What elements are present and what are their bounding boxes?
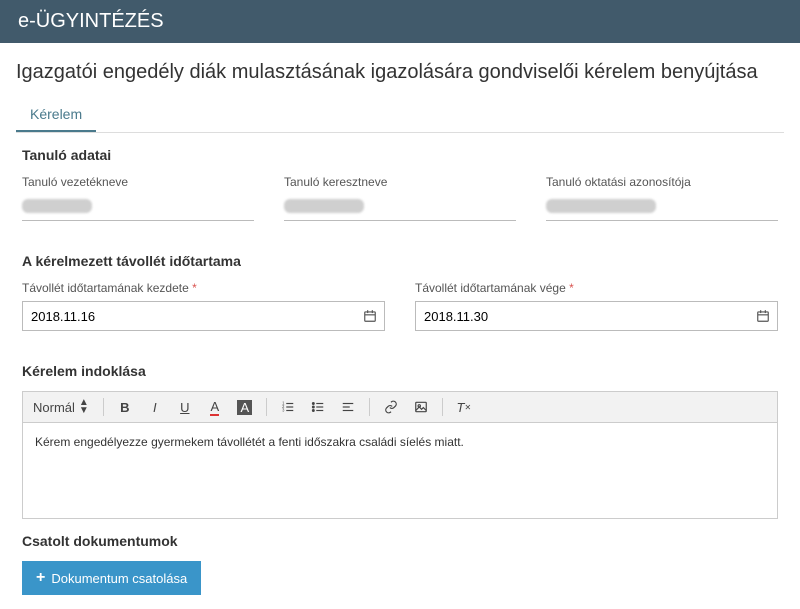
plus-icon: + [36, 569, 45, 587]
absence-section-title: A kérelmezett távollét időtartama [22, 253, 778, 269]
bg-color-button[interactable]: A [234, 396, 256, 418]
end-label: Távollét időtartamának vége * [415, 281, 778, 295]
lastname-label: Tanuló vezetékneve [22, 175, 254, 189]
absence-section: A kérelmezett távollét időtartama Távoll… [0, 239, 800, 349]
redacted-value [546, 199, 656, 213]
attach-section: Csatolt dokumentumok + Dokumentum csatol… [0, 527, 800, 609]
attach-button-label: Dokumentum csatolása [51, 571, 187, 586]
reason-section-title: Kérelem indoklása [22, 363, 778, 379]
italic-button[interactable]: I [144, 396, 166, 418]
tabs: Kérelem [16, 98, 784, 133]
attach-section-title: Csatolt dokumentumok [22, 533, 778, 549]
unordered-list-button[interactable] [307, 396, 329, 418]
rich-text-editor: Normál ▲▼ B I U A A 123 [22, 391, 778, 519]
start-label: Távollét időtartamának kezdete * [22, 281, 385, 295]
attach-document-button[interactable]: + Dokumentum csatolása [22, 561, 201, 595]
eduid-label: Tanuló oktatási azonosítója [546, 175, 778, 189]
end-date-input[interactable] [415, 301, 778, 331]
underline-button[interactable]: U [174, 396, 196, 418]
lastname-field[interactable] [22, 195, 254, 221]
image-button[interactable] [410, 396, 432, 418]
app-header: e-ÜGYINTÉZÉS [0, 0, 800, 43]
redacted-value [284, 199, 364, 213]
tab-kerelem[interactable]: Kérelem [16, 98, 96, 132]
firstname-label: Tanuló keresztneve [284, 175, 516, 189]
editor-toolbar: Normál ▲▼ B I U A A 123 [23, 392, 777, 423]
format-select[interactable]: Normál ▲▼ [29, 397, 93, 417]
app-title: e-ÜGYINTÉZÉS [18, 10, 164, 32]
align-button[interactable] [337, 396, 359, 418]
font-color-button[interactable]: A [204, 396, 226, 418]
link-button[interactable] [380, 396, 402, 418]
svg-text:3: 3 [282, 408, 285, 413]
ordered-list-button[interactable]: 123 [277, 396, 299, 418]
eduid-field[interactable] [546, 195, 778, 221]
start-date-input[interactable] [22, 301, 385, 331]
student-section: Tanuló adatai Tanuló vezetékneve Tanuló … [0, 133, 800, 239]
student-section-title: Tanuló adatai [22, 147, 778, 163]
chevron-updown-icon: ▲▼ [79, 399, 89, 415]
editor-body[interactable]: Kérem engedélyezze gyermekem távollétét … [23, 423, 777, 518]
redacted-value [22, 199, 92, 213]
firstname-field[interactable] [284, 195, 516, 221]
clear-format-button[interactable]: T✕ [453, 396, 475, 418]
format-label: Normál [33, 400, 75, 415]
bold-button[interactable]: B [114, 396, 136, 418]
page-title: Igazgatói engedély diák mulasztásának ig… [0, 43, 800, 98]
reason-section: Kérelem indoklása Normál ▲▼ B I U A A 12… [0, 349, 800, 527]
